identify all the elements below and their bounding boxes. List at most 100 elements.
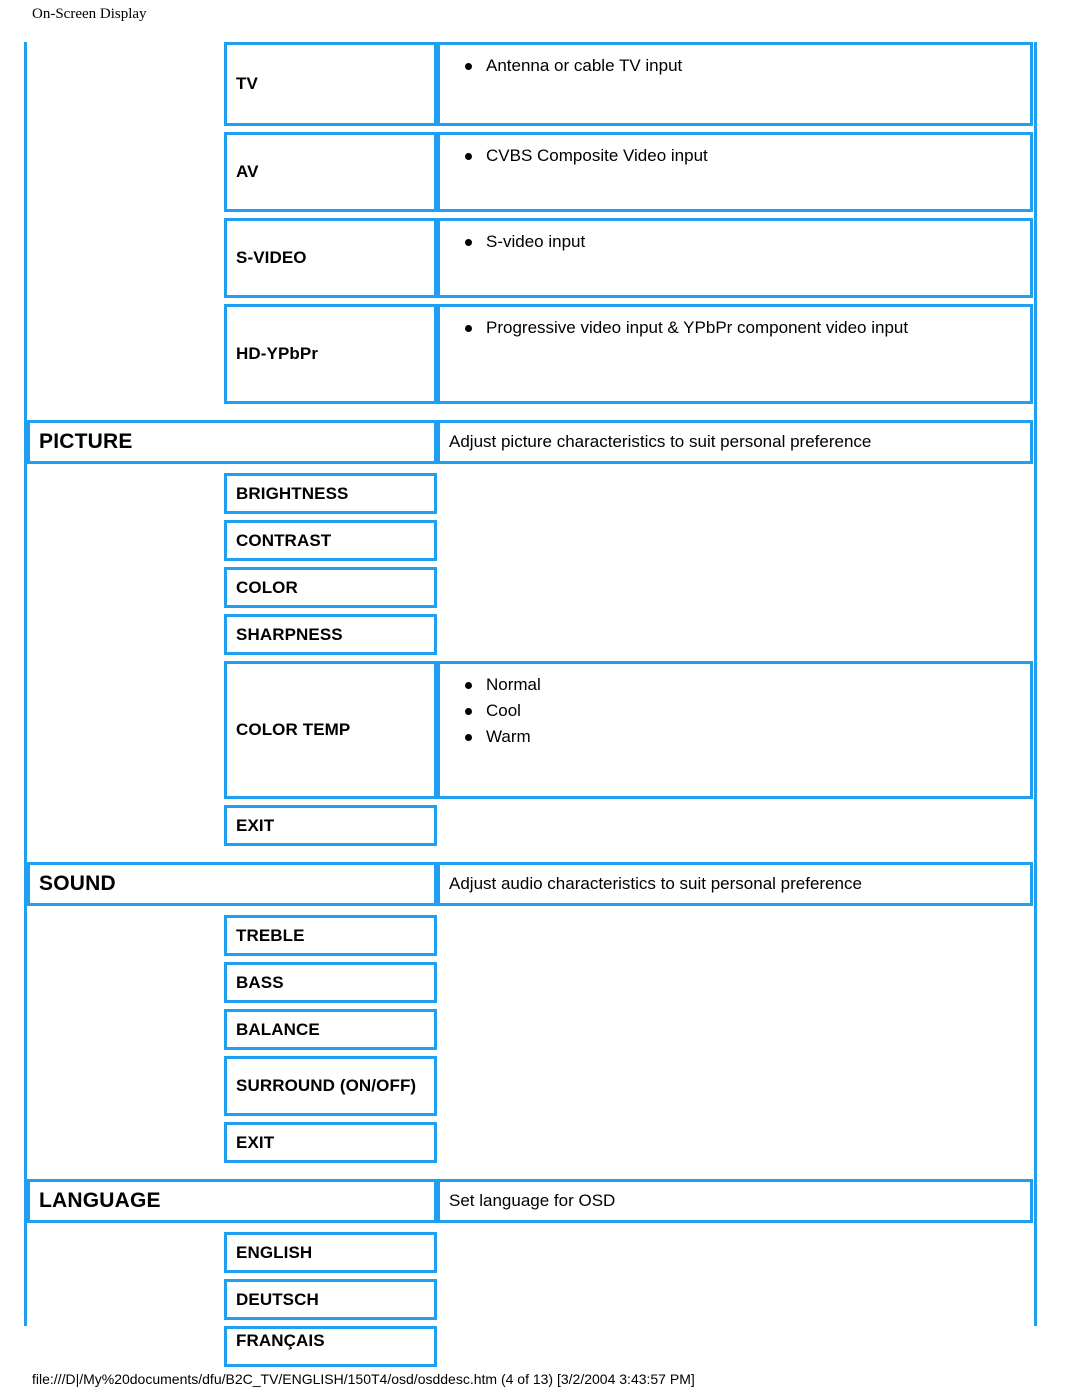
- row-label-s-video[interactable]: S-VIDEO: [224, 218, 437, 298]
- row-label-text: SURROUND (ON/OFF): [236, 1076, 417, 1095]
- row-label-balance[interactable]: BALANCE: [224, 1009, 437, 1050]
- row-indent-spacer: [27, 304, 224, 404]
- row-label-color-temp[interactable]: COLOR TEMP: [224, 661, 437, 799]
- table-row: FRANÇAIS: [27, 1326, 1037, 1367]
- bullet-list: Antenna or cable TV input: [449, 53, 682, 79]
- row-label-text: CONTRAST: [236, 530, 332, 550]
- row-label-sound-exit[interactable]: EXIT: [224, 1122, 437, 1163]
- row-label-text: TV: [236, 74, 258, 93]
- section-description-text: Adjust audio characteristics to suit per…: [449, 874, 862, 893]
- row-indent-spacer: [27, 1056, 224, 1116]
- table-row: BASS: [27, 962, 1037, 1003]
- row-label-text: S-VIDEO: [236, 248, 307, 267]
- row-label-text: BASS: [236, 972, 284, 992]
- row-description-empty: [437, 567, 1033, 608]
- section-description-sound: Adjust audio characteristics to suit per…: [437, 862, 1033, 906]
- table-row: COLOR TEMP Normal Cool Warm: [27, 661, 1037, 799]
- section-name-picture[interactable]: PICTURE: [27, 420, 437, 464]
- row-label-hd-ypbpr[interactable]: HD-YPbPr: [224, 304, 437, 404]
- row-label-bass[interactable]: BASS: [224, 962, 437, 1003]
- row-label-contrast[interactable]: CONTRAST: [224, 520, 437, 561]
- section-header-picture: PICTURE Adjust picture characteristics t…: [27, 420, 1037, 464]
- row-description-hd-ypbpr: Progressive video input & YPbPr componen…: [437, 304, 1033, 404]
- bullet-item: Normal: [449, 672, 541, 698]
- row-label-treble[interactable]: TREBLE: [224, 915, 437, 956]
- row-description-empty: [437, 1056, 1033, 1116]
- bullet-list: Normal Cool Warm: [449, 672, 541, 750]
- table-row: EXIT: [27, 805, 1037, 846]
- row-description-empty: [437, 1279, 1033, 1320]
- section-description-language: Set language for OSD: [437, 1179, 1033, 1223]
- row-indent-spacer: [27, 1326, 224, 1367]
- row-indent-spacer: [27, 915, 224, 956]
- bullet-item: CVBS Composite Video input: [449, 143, 708, 169]
- table-row: SURROUND (ON/OFF): [27, 1056, 1037, 1116]
- row-label-picture-exit[interactable]: EXIT: [224, 805, 437, 846]
- table-row: S-VIDEO S-video input: [27, 218, 1037, 298]
- row-label-francais[interactable]: FRANÇAIS: [224, 1326, 437, 1367]
- row-description-empty: [437, 1232, 1033, 1273]
- row-label-text: BALANCE: [236, 1019, 320, 1039]
- section-header-sound: SOUND Adjust audio characteristics to su…: [27, 862, 1037, 906]
- table-row: BALANCE: [27, 1009, 1037, 1050]
- table-row: CONTRAST: [27, 520, 1037, 561]
- bullet-item: S-video input: [449, 229, 585, 255]
- page-title: On-Screen Display: [32, 6, 147, 22]
- row-indent-spacer: [27, 520, 224, 561]
- row-label-tv[interactable]: TV: [224, 42, 437, 126]
- row-gap: [27, 906, 1037, 915]
- row-label-sharpness[interactable]: SHARPNESS: [224, 614, 437, 655]
- section-description-picture: Adjust picture characteristics to suit p…: [437, 420, 1033, 464]
- row-gap: [27, 464, 1037, 473]
- row-description-empty: [437, 1122, 1033, 1163]
- bullet-list: S-video input: [449, 229, 585, 255]
- row-label-color[interactable]: COLOR: [224, 567, 437, 608]
- section-name-text: PICTURE: [39, 430, 133, 453]
- row-description-empty: [437, 520, 1033, 561]
- row-label-text: BRIGHTNESS: [236, 483, 349, 503]
- row-description-empty: [437, 614, 1033, 655]
- row-indent-spacer: [27, 1279, 224, 1320]
- row-label-english[interactable]: ENGLISH: [224, 1232, 437, 1273]
- table-row: ENGLISH: [27, 1232, 1037, 1273]
- row-indent-spacer: [27, 218, 224, 298]
- section-name-language[interactable]: LANGUAGE: [27, 1179, 437, 1223]
- section-description-text: Set language for OSD: [449, 1191, 616, 1210]
- bullet-list: CVBS Composite Video input: [449, 143, 708, 169]
- bullet-item: Antenna or cable TV input: [449, 53, 682, 79]
- section-description-text: Adjust picture characteristics to suit p…: [449, 432, 872, 451]
- table-row: TREBLE: [27, 915, 1037, 956]
- row-label-deutsch[interactable]: DEUTSCH: [224, 1279, 437, 1320]
- row-label-text: EXIT: [236, 1132, 275, 1152]
- status-bar-path: file:///D|/My%20documents/dfu/B2C_TV/ENG…: [32, 1371, 695, 1387]
- row-label-brightness[interactable]: BRIGHTNESS: [224, 473, 437, 514]
- row-label-text: COLOR: [236, 577, 298, 597]
- row-description-tv: Antenna or cable TV input: [437, 42, 1033, 126]
- row-label-text: TREBLE: [236, 925, 305, 945]
- section-name-text: SOUND: [39, 872, 116, 895]
- row-description-color-temp: Normal Cool Warm: [437, 661, 1033, 799]
- section-header-language: LANGUAGE Set language for OSD: [27, 1179, 1037, 1223]
- row-indent-spacer: [27, 1009, 224, 1050]
- table-row: HD-YPbPr Progressive video input & YPbPr…: [27, 304, 1037, 404]
- row-label-text: AV: [236, 162, 259, 181]
- row-indent-spacer: [27, 567, 224, 608]
- row-label-surround[interactable]: SURROUND (ON/OFF): [224, 1056, 437, 1116]
- row-indent-spacer: [27, 614, 224, 655]
- table-row: COLOR: [27, 567, 1037, 608]
- row-label-av[interactable]: AV: [224, 132, 437, 212]
- section-name-text: LANGUAGE: [39, 1189, 161, 1212]
- table-row: SHARPNESS: [27, 614, 1037, 655]
- table-row: DEUTSCH: [27, 1279, 1037, 1320]
- row-indent-spacer: [27, 661, 224, 799]
- osd-description-table: TV Antenna or cable TV input AV CVBS Com…: [27, 42, 1037, 1367]
- row-description-av: CVBS Composite Video input: [437, 132, 1033, 212]
- row-indent-spacer: [27, 473, 224, 514]
- bullet-list: Progressive video input & YPbPr componen…: [449, 315, 914, 341]
- row-label-text: HD-YPbPr: [236, 344, 319, 363]
- row-description-empty: [437, 473, 1033, 514]
- row-indent-spacer: [27, 1122, 224, 1163]
- section-name-sound[interactable]: SOUND: [27, 862, 437, 906]
